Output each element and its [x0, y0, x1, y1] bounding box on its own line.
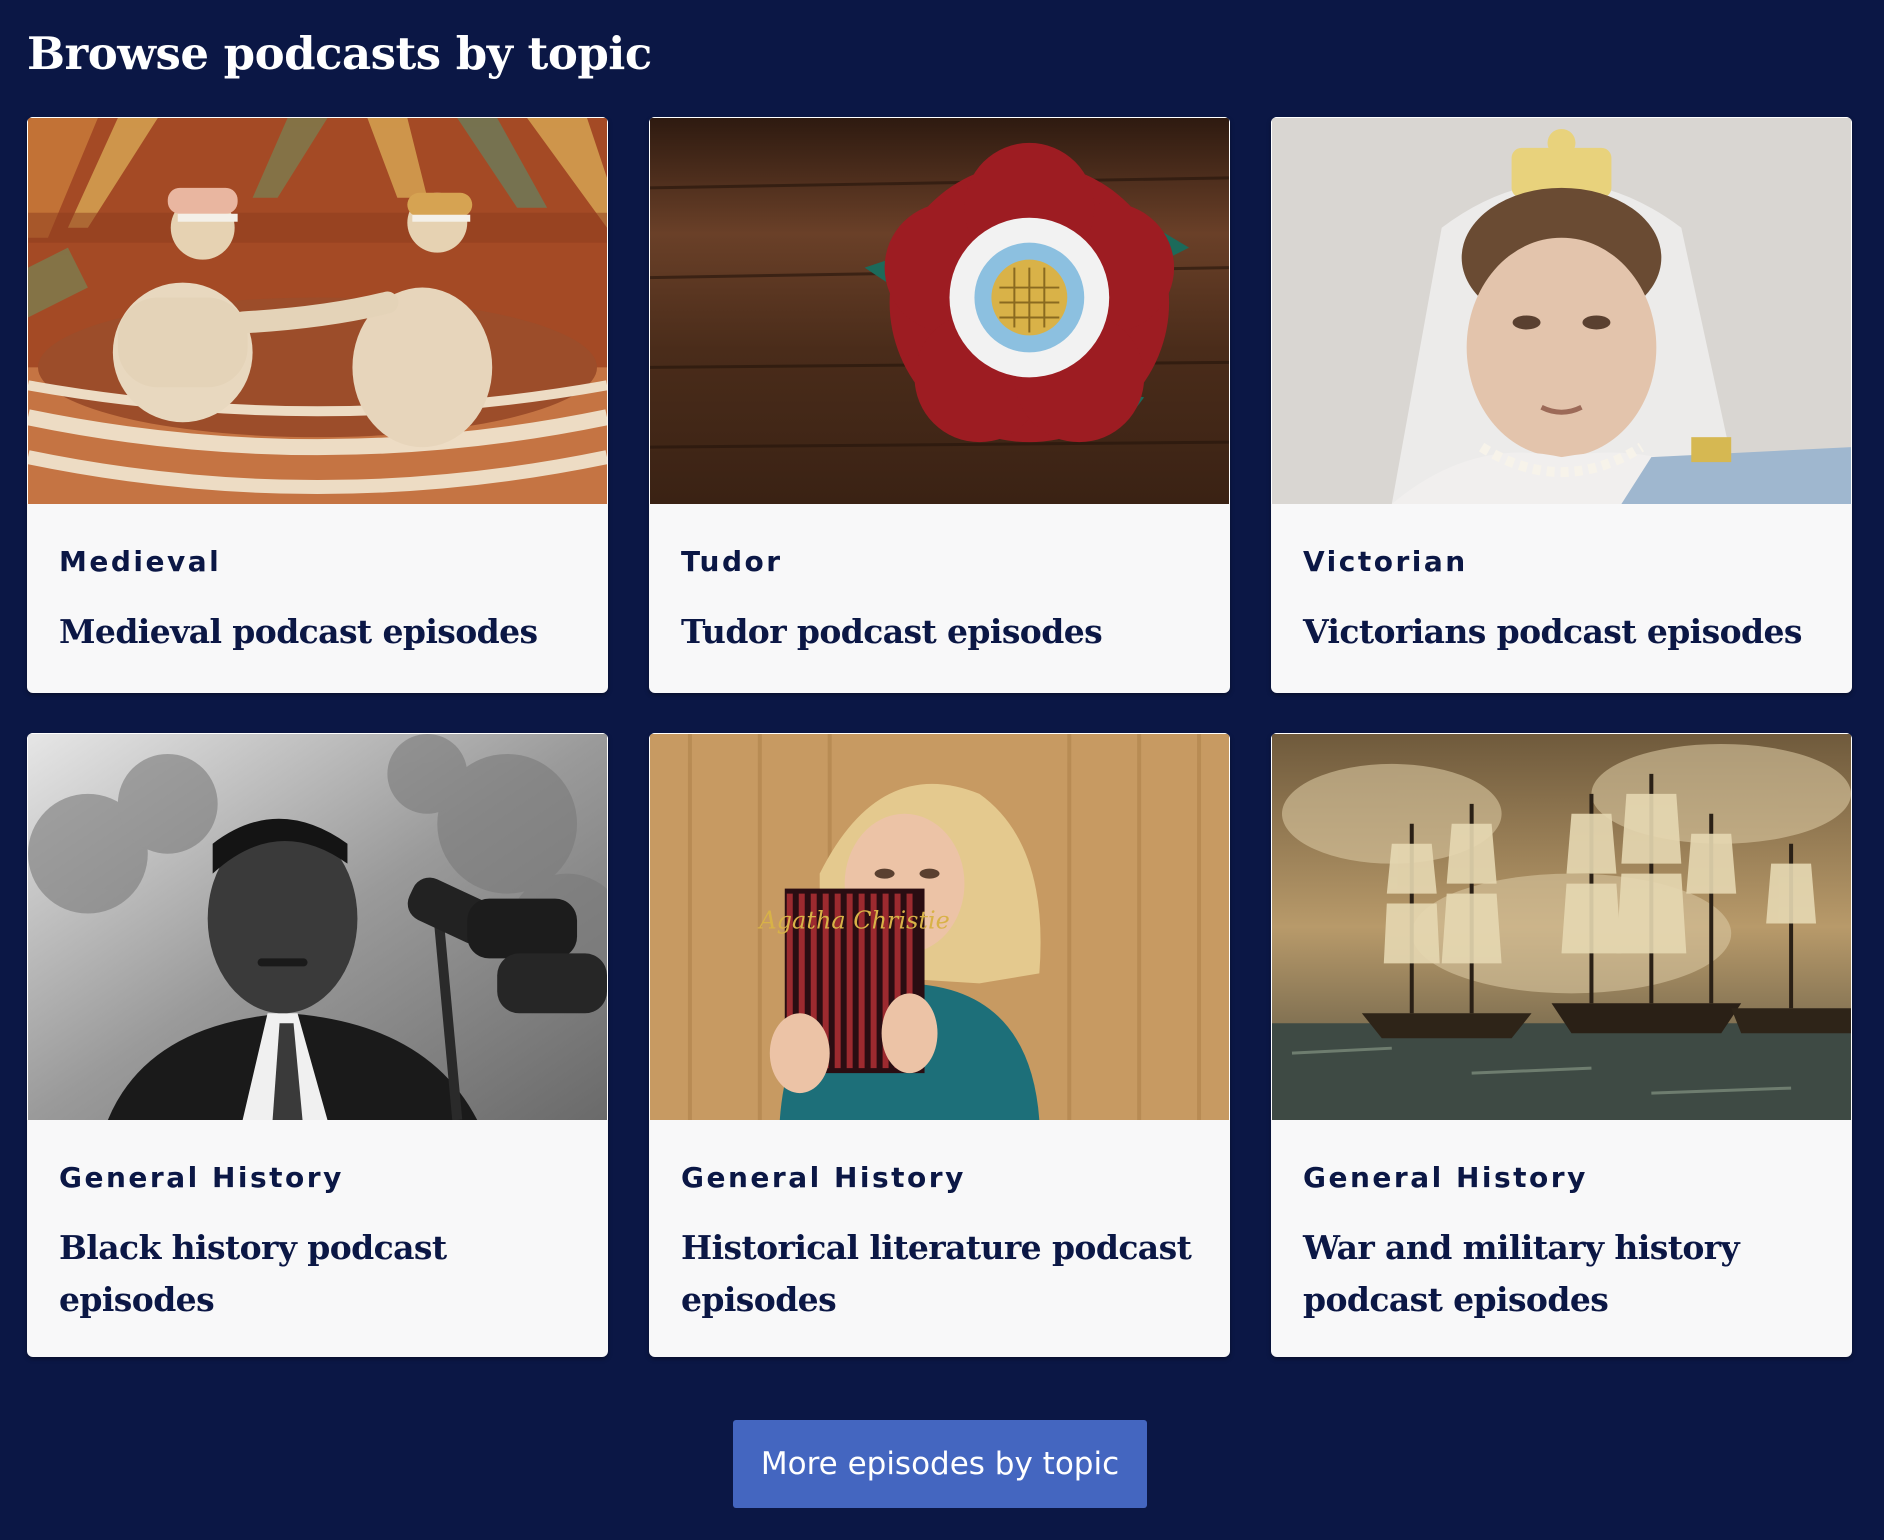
card-title[interactable]: Historical literature podcast episodes: [681, 1222, 1198, 1326]
card-category: General History: [1303, 1161, 1588, 1194]
card-category: Victorian: [1303, 545, 1468, 578]
topic-card-medieval[interactable]: Medieval Medieval podcast episodes: [27, 117, 608, 693]
topic-card-victorian[interactable]: Victorian Victorians podcast episodes: [1271, 117, 1852, 693]
topic-card-historical-literature[interactable]: Agatha Christie General History Historic…: [649, 733, 1230, 1357]
topic-card-grid: Medieval Medieval podcast episodes Tudor…: [27, 117, 1853, 1357]
card-title[interactable]: Tudor podcast episodes: [681, 606, 1198, 658]
section-title: Browse podcasts by topic: [27, 27, 652, 80]
tudor-rose-image[interactable]: [649, 117, 1230, 504]
card-category: Medieval: [59, 545, 222, 578]
medieval-bath-fresco-image[interactable]: [27, 117, 608, 504]
civil-rights-speaker-image[interactable]: [27, 733, 608, 1120]
woman-with-agatha-christie-book-image[interactable]: Agatha Christie: [649, 733, 1230, 1120]
book-cover-text: Agatha Christie: [757, 907, 949, 935]
naval-battle-painting-image[interactable]: [1271, 733, 1852, 1120]
card-title[interactable]: Victorians podcast episodes: [1303, 606, 1820, 658]
card-category: General History: [59, 1161, 344, 1194]
card-title[interactable]: Black history podcast episodes: [59, 1222, 576, 1326]
queen-victoria-portrait-image[interactable]: [1271, 117, 1852, 504]
card-title[interactable]: Medieval podcast episodes: [59, 606, 576, 658]
more-episodes-button[interactable]: More episodes by topic: [733, 1420, 1147, 1508]
card-category: General History: [681, 1161, 966, 1194]
topic-card-tudor[interactable]: Tudor Tudor podcast episodes: [649, 117, 1230, 693]
topic-card-black-history[interactable]: General History Black history podcast ep…: [27, 733, 608, 1357]
topic-card-war-military[interactable]: General History War and military history…: [1271, 733, 1852, 1357]
card-title[interactable]: War and military history podcast episode…: [1303, 1222, 1820, 1326]
card-category: Tudor: [681, 545, 783, 578]
